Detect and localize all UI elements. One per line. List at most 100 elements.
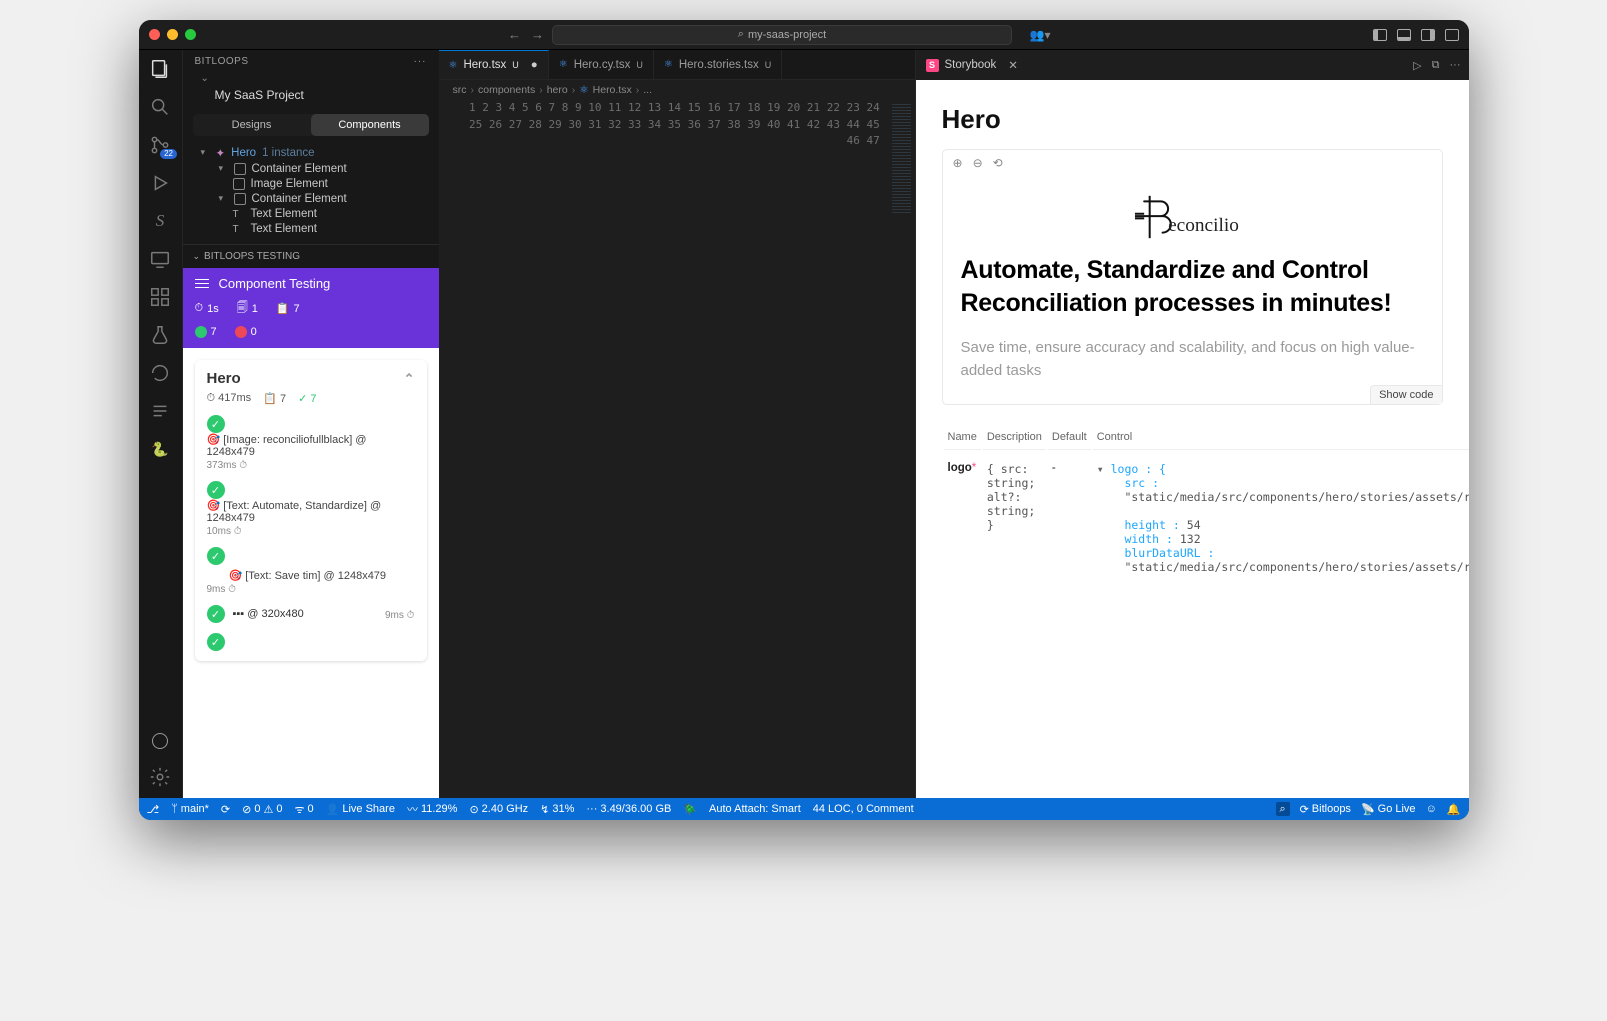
project-collapse-icon[interactable]: ⌄ bbox=[183, 73, 439, 84]
run-debug-icon[interactable] bbox=[149, 172, 171, 194]
editor-tab-hero-cy[interactable]: ⚛Hero.cy.tsx U bbox=[549, 50, 654, 79]
cpu-load[interactable]: ↯ 31% bbox=[540, 803, 574, 816]
editor-tab-hero[interactable]: ⚛Hero.tsx U● bbox=[439, 50, 549, 79]
breadcrumb[interactable]: src› components› hero› ⚛ Hero.tsx› ... bbox=[439, 80, 915, 100]
minimize-window-icon[interactable] bbox=[167, 29, 178, 40]
auto-attach[interactable]: Auto Attach: Smart bbox=[709, 803, 801, 815]
live-share[interactable]: 👤 Live Share bbox=[326, 803, 395, 816]
search-icon: ⌕ bbox=[738, 28, 744, 41]
test-time: 10ms bbox=[207, 526, 231, 537]
split-icon[interactable]: ⧉ bbox=[1432, 59, 1440, 72]
test-label: 🎯 [Image: reconciliofullblack] @ 1248x47… bbox=[207, 433, 415, 458]
pass-icon: ✓ bbox=[207, 481, 225, 499]
test-item-4[interactable]: ✓ ▪▪▪ @ 320x480 9ms ⏱ bbox=[207, 605, 415, 623]
status-bar: ⎇ ᛘ main* ⟳ ⊘ 0 ⚠ 0 ᯤ 0 👤 Live Share 〰 1… bbox=[139, 798, 1469, 820]
run-icon[interactable]: ▷ bbox=[1413, 59, 1421, 72]
editor-tab-hero-stories[interactable]: ⚛Hero.stories.tsx U bbox=[654, 50, 782, 79]
line-numbers: 1 2 3 4 5 6 7 8 9 10 11 12 13 14 15 16 1… bbox=[439, 100, 888, 798]
sidebar-more-icon[interactable]: ··· bbox=[414, 56, 427, 67]
tree-image-element[interactable]: Image Element bbox=[201, 176, 439, 191]
args-row-logo[interactable]: logo* { src: string; alt?: string; } - ▾… bbox=[944, 452, 1469, 584]
layout-right-icon[interactable] bbox=[1421, 29, 1435, 41]
tab-designs[interactable]: Designs bbox=[193, 114, 311, 136]
pass-icon: ✓ bbox=[207, 415, 225, 433]
hero-subhead: Save time, ensure accuracy and scalabili… bbox=[961, 337, 1424, 382]
testing-section-header[interactable]: ⌄BITLOOPS TESTING bbox=[183, 244, 439, 268]
remote-indicator[interactable]: ⎇ bbox=[147, 803, 160, 816]
tree-text-element-2[interactable]: Text Element bbox=[201, 221, 439, 236]
minimap[interactable] bbox=[888, 100, 915, 798]
remote-icon[interactable] bbox=[149, 248, 171, 270]
react-icon: ⚛ bbox=[449, 60, 458, 71]
test-result-card[interactable]: Hero⌃ ⏱ 417ms 📋 7 ✓ 7 ✓ 🎯 [Image: reconc… bbox=[195, 360, 427, 661]
storybook-tab[interactable]: S Storybook ✕ bbox=[916, 50, 1028, 80]
settings-icon[interactable] bbox=[149, 766, 171, 788]
zoom-out-icon[interactable]: ⊖ bbox=[973, 156, 983, 170]
memory[interactable]: ··· 3.49/36.00 GB bbox=[586, 803, 671, 815]
sidebar-header: BITLOOPS ··· bbox=[183, 50, 439, 73]
debug-icon[interactable]: 🪲 bbox=[683, 803, 697, 816]
bookmark-icon[interactable] bbox=[149, 400, 171, 422]
nav-back-icon[interactable]: ← bbox=[508, 27, 521, 42]
editor-body[interactable]: 1 2 3 4 5 6 7 8 9 10 11 12 13 14 15 16 1… bbox=[439, 100, 915, 798]
preview-pane: S Storybook ✕ ▷ ⧉ ··· Hero ⊕ ⊖ ⟲ bbox=[915, 50, 1469, 798]
cpu-pct[interactable]: 〰 11.29% bbox=[407, 801, 458, 817]
bitloops-ext-icon[interactable]: S bbox=[149, 210, 171, 232]
explorer-icon[interactable] bbox=[149, 58, 171, 80]
testing-icon[interactable] bbox=[149, 324, 171, 346]
activity-bar: 22 S 🐍 bbox=[139, 50, 183, 798]
test-item-5[interactable]: ✓ bbox=[207, 633, 415, 651]
layout-left-icon[interactable] bbox=[1373, 29, 1387, 41]
loc-counter[interactable]: 44 LOC, 0 Comment bbox=[813, 803, 914, 815]
pass-icon: ✓ bbox=[207, 633, 225, 651]
command-search[interactable]: ⌕ my-saas-project bbox=[552, 25, 1012, 45]
zoom-reset-icon[interactable]: ⟲ bbox=[993, 156, 1003, 170]
cypress-pass: 7 bbox=[195, 326, 217, 338]
test-time: 9ms bbox=[207, 584, 226, 595]
zoom-in-icon[interactable]: ⊕ bbox=[953, 156, 963, 170]
go-live[interactable]: 📡 Go Live bbox=[1361, 803, 1416, 816]
react-icon: ⚛ bbox=[559, 59, 568, 70]
maximize-window-icon[interactable] bbox=[185, 29, 196, 40]
tree-text-element-1[interactable]: Text Element bbox=[201, 206, 439, 221]
test-item-1[interactable]: ✓ 🎯 [Image: reconciliofullblack] @ 1248x… bbox=[207, 415, 415, 471]
test-item-3[interactable]: ✓ 🎯 [Text: Save tim] @ 1248x479 9ms ⏱ bbox=[207, 547, 415, 595]
close-window-icon[interactable] bbox=[149, 29, 160, 40]
feedback-icon[interactable]: ☺ bbox=[1426, 803, 1437, 815]
bitloops-status[interactable]: ⟳ Bitloops bbox=[1300, 803, 1351, 816]
sidebar-view-tabs: Designs Components bbox=[193, 114, 429, 136]
accounts-icon[interactable]: 👥▾ bbox=[1030, 28, 1051, 42]
col-desc: Description bbox=[983, 425, 1046, 450]
ports[interactable]: ᯤ 0 bbox=[294, 802, 313, 817]
tab-components[interactable]: Components bbox=[311, 114, 429, 136]
git-branch[interactable]: ᛘ main* bbox=[171, 803, 209, 815]
tree-container-1[interactable]: ▾Container Element bbox=[201, 161, 439, 176]
arg-control[interactable]: ▾ logo : { src : "static/media/src/compo… bbox=[1093, 452, 1469, 584]
cypress-menu-icon[interactable] bbox=[195, 279, 209, 289]
tree-container-2[interactable]: ▾Container Element bbox=[201, 191, 439, 206]
python-icon[interactable]: 🐍 bbox=[149, 438, 171, 460]
layout-bottom-icon[interactable] bbox=[1397, 29, 1411, 41]
status-search-icon[interactable]: ⌕ bbox=[1276, 802, 1290, 816]
account-icon[interactable] bbox=[149, 730, 171, 752]
search-icon[interactable] bbox=[149, 96, 171, 118]
args-table: Name Description Default Control logo* {… bbox=[942, 423, 1469, 586]
source-control-icon[interactable]: 22 bbox=[149, 134, 171, 156]
close-icon[interactable]: ✕ bbox=[1002, 58, 1018, 72]
more-icon[interactable]: ··· bbox=[1450, 59, 1461, 72]
canvas-toolbar: ⊕ ⊖ ⟲ bbox=[943, 150, 1442, 176]
git-sync[interactable]: ⟳ bbox=[221, 803, 230, 816]
layout-customize-icon[interactable] bbox=[1445, 29, 1459, 41]
pass-icon: ✓ bbox=[207, 605, 225, 623]
window-controls bbox=[149, 29, 196, 40]
tree-hero[interactable]: ▾✦Hero 1 instance bbox=[201, 144, 439, 161]
reload-icon[interactable] bbox=[149, 362, 171, 384]
errors-warnings[interactable]: ⊘ 0 ⚠ 0 bbox=[242, 803, 282, 816]
show-code-button[interactable]: Show code bbox=[1370, 385, 1441, 404]
cpu-freq[interactable]: ⊙ 2.40 GHz bbox=[469, 803, 528, 816]
nav-forward-icon[interactable]: → bbox=[531, 27, 544, 42]
notifications-icon[interactable]: 🔔 bbox=[1447, 803, 1461, 816]
collapse-icon[interactable]: ⌃ bbox=[404, 371, 415, 387]
extensions-icon[interactable] bbox=[149, 286, 171, 308]
test-item-2[interactable]: ✓ 🎯 [Text: Automate, Standardize] @ 1248… bbox=[207, 481, 415, 537]
